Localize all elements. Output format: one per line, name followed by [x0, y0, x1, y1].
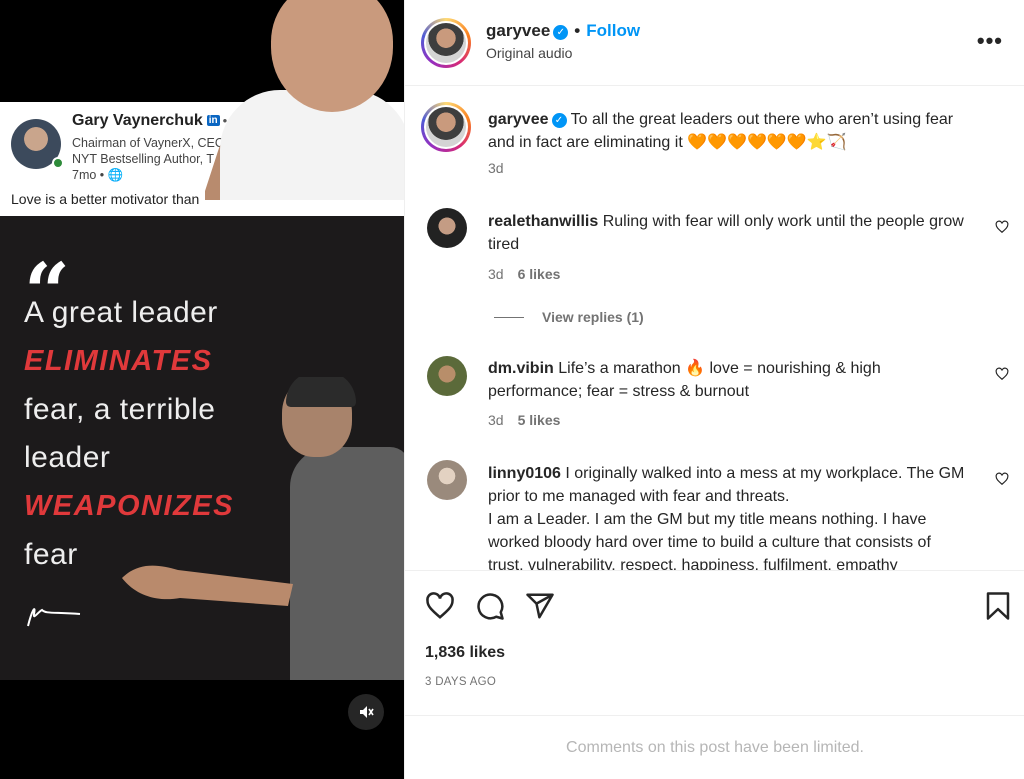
- comment-meta: 3d 6 likes: [488, 266, 561, 282]
- linkedin-headline-2: NYT Bestselling Author, T: [72, 152, 214, 166]
- commenter-username[interactable]: linny0106: [488, 465, 561, 482]
- comment-meta: 3d 5 likes: [488, 412, 561, 428]
- heart-icon[interactable]: [425, 591, 455, 621]
- header-username-row: garyvee ✓ • Follow: [486, 21, 641, 40]
- comment-text: linny0106 I originally walked into a mes…: [488, 465, 965, 570]
- caption-time: 3d: [488, 160, 504, 176]
- send-icon[interactable]: [525, 591, 555, 621]
- follow-button[interactable]: Follow: [586, 21, 640, 40]
- comment-like-heart-icon[interactable]: [995, 472, 1009, 486]
- likes-count[interactable]: 1,836 likes: [425, 644, 505, 662]
- overlay-portrait: [205, 0, 404, 200]
- online-status-dot: [52, 157, 64, 169]
- comment-text: dm.vibin Life’s a marathon 🔥 love = nour…: [488, 360, 881, 400]
- commenter-username[interactable]: realethanwillis: [488, 213, 598, 230]
- speaker-muted-icon: [360, 706, 374, 718]
- comment-text: realethanwillis Ruling with fear will on…: [488, 213, 964, 253]
- quote-line: leader: [24, 441, 111, 474]
- post-modal: Gary Vaynerchukin• You Chairman of Vayne…: [0, 0, 1024, 779]
- comment-like-heart-icon[interactable]: [995, 367, 1009, 381]
- bookmark-icon[interactable]: [983, 591, 1013, 621]
- commenter-username[interactable]: dm.vibin: [488, 360, 554, 377]
- commenter-avatar[interactable]: [427, 356, 467, 396]
- quote-line: fear, a terrible: [24, 393, 216, 426]
- action-bar: 1,836 likes 3 DAYS AGO: [405, 570, 1024, 715]
- mute-toggle-button[interactable]: [348, 694, 384, 730]
- linkedin-timestamp: 7mo • 🌐: [72, 168, 124, 182]
- post-header: garyvee ✓ • Follow Original audio •••: [405, 0, 1024, 86]
- speaker-photo: [270, 377, 404, 680]
- linkedin-post-text: Love is a better motivator than: [11, 191, 200, 207]
- speaker-hand-graphic: [122, 565, 293, 606]
- commenter-avatar[interactable]: [427, 208, 467, 248]
- post-media[interactable]: Gary Vaynerchukin• You Chairman of Vayne…: [0, 0, 404, 779]
- post-date: 3 DAYS AGO: [425, 676, 497, 688]
- commenter-avatar[interactable]: [427, 460, 467, 500]
- header-username[interactable]: garyvee: [486, 21, 550, 40]
- quote-line: WEAPONIZES: [24, 490, 234, 522]
- caption-text: garyvee ✓ To all the great leaders out th…: [488, 111, 954, 151]
- post-details-panel: garyvee ✓ • Follow Original audio ••• garyv…: [404, 0, 1024, 779]
- comment-icon[interactable]: [475, 591, 505, 621]
- quote-line: A great leader: [24, 296, 218, 329]
- comment-like-heart-icon[interactable]: [995, 220, 1009, 234]
- quote-line: ELIMINATES: [24, 345, 213, 377]
- verified-badge-icon: ✓: [551, 113, 567, 128]
- comment-likes[interactable]: 5 likes: [518, 412, 561, 428]
- quote-line: fear: [24, 538, 78, 571]
- more-options-icon[interactable]: •••: [977, 28, 1003, 54]
- comments-limited-notice: Comments on this post have been limited.: [405, 715, 1024, 779]
- comment-likes[interactable]: 6 likes: [518, 266, 561, 282]
- comments-list[interactable]: garyvee ✓ To all the great leaders out th…: [405, 86, 1024, 570]
- verified-badge-icon: ✓: [553, 25, 569, 40]
- caption-avatar[interactable]: [421, 102, 471, 152]
- header-avatar[interactable]: [421, 18, 471, 68]
- caption-username[interactable]: garyvee: [488, 111, 549, 128]
- audio-link[interactable]: Original audio: [486, 45, 572, 61]
- signature-graphic: [27, 608, 81, 627]
- view-replies-button[interactable]: View replies (1): [494, 309, 644, 325]
